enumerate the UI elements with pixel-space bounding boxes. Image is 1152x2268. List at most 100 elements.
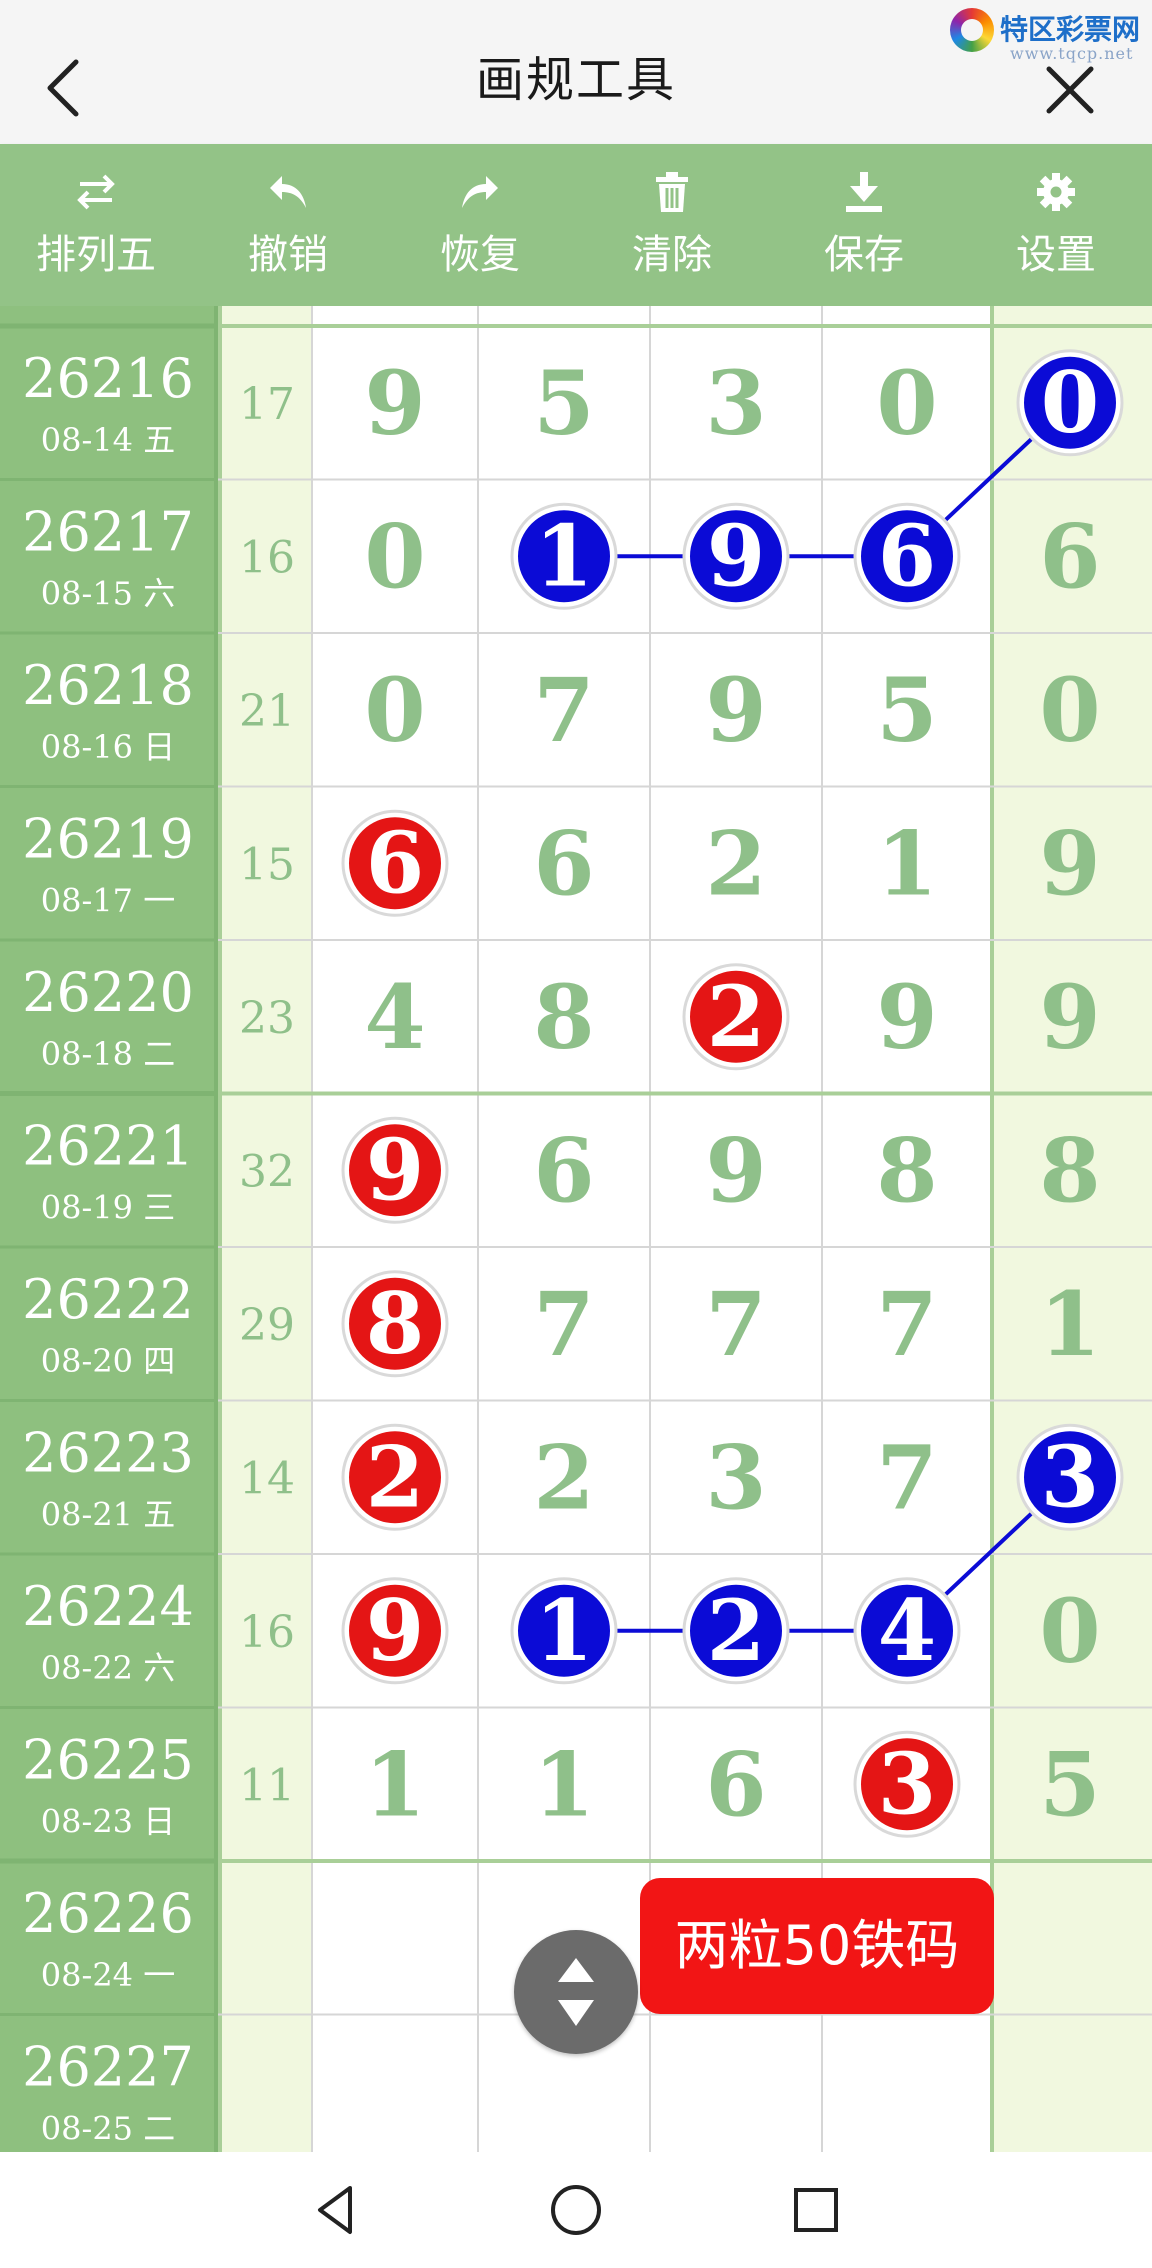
nav-home-button[interactable] [546, 2180, 606, 2240]
sum-value: 11 [239, 1760, 295, 1811]
digit-cell[interactable]: 0 [364, 658, 425, 762]
digit-cell[interactable]: 9 [1039, 965, 1100, 1069]
tool-label: 排列五 [36, 232, 156, 278]
digit-cell[interactable]: 7 [876, 1425, 937, 1529]
issue-date: 08-14 五 [41, 421, 175, 459]
marked-ball[interactable]: 9 [682, 502, 790, 610]
marked-ball[interactable]: 8 [341, 1270, 449, 1378]
issue-number: 26220 [22, 961, 194, 1024]
toolbar: 排列五 撤销 恢复 清除 保存 设置 [0, 144, 1152, 306]
digit-cell[interactable]: 7 [533, 1272, 594, 1376]
sum-value: 17 [239, 379, 295, 430]
issue-date: 08-25 二 [41, 2109, 175, 2147]
marked-ball[interactable]: 6 [341, 809, 449, 917]
issue-number: 26225 [22, 1728, 194, 1791]
marked-ball[interactable]: 0 [1016, 349, 1124, 457]
ball-digit: 4 [878, 1581, 936, 1680]
digit-cell[interactable]: 7 [705, 1272, 766, 1376]
undo-button[interactable]: 撤销 [192, 144, 384, 306]
ball-digit: 9 [366, 1581, 424, 1680]
ball-digit: 1 [535, 1581, 593, 1680]
issue-number: 26219 [22, 807, 194, 870]
digit-cell[interactable]: 5 [876, 658, 937, 762]
digit-cell[interactable]: 8 [533, 965, 594, 1069]
tool-mode-button[interactable]: 排列五 [0, 144, 192, 306]
ball-digit: 1 [535, 506, 593, 605]
ball-digit: 3 [878, 1734, 936, 1833]
nav-back-button[interactable] [306, 2180, 366, 2240]
digit-cell[interactable]: 6 [705, 1732, 766, 1836]
redo-icon [462, 176, 498, 208]
tool-label: 保存 [824, 232, 904, 278]
digit-cell[interactable]: 0 [1039, 658, 1100, 762]
system-nav-bar [0, 2152, 1152, 2268]
digit-cell[interactable]: 6 [533, 811, 594, 915]
digit-cell[interactable]: 1 [1039, 1272, 1100, 1376]
scroll-fab-button[interactable] [514, 1930, 638, 2054]
issue-date: 08-19 三 [41, 1188, 175, 1226]
back-triangle-icon [318, 2186, 352, 2234]
digit-cell[interactable]: 5 [1039, 1732, 1100, 1836]
scroll-up-down-icon [558, 1958, 594, 2026]
grid-canvas[interactable]: 2621608-14 五17 9 5 3 0 02621708-15 六16 0 1 9 6 626… [0, 306, 1152, 2152]
digit-cell[interactable]: 3 [705, 351, 766, 455]
digit-cell[interactable]: 5 [533, 351, 594, 455]
marked-ball[interactable]: 3 [853, 1730, 961, 1838]
sum-value: 15 [239, 839, 295, 890]
digit-cell[interactable]: 0 [876, 351, 937, 455]
digit-cell[interactable]: 2 [705, 811, 766, 915]
marked-ball[interactable]: 1 [510, 1577, 618, 1685]
digit-cell[interactable]: 0 [364, 504, 425, 608]
clear-button[interactable]: 清除 [576, 144, 768, 306]
ball-digit: 2 [707, 1581, 765, 1680]
digit-cell[interactable]: 6 [533, 1118, 594, 1222]
digit-cell[interactable]: 9 [705, 658, 766, 762]
settings-button[interactable]: 设置 [960, 144, 1152, 306]
digit-cell[interactable]: 6 [1039, 504, 1100, 608]
redo-button[interactable]: 恢复 [384, 144, 576, 306]
lottery-grid[interactable]: 26216 08-14 五 17 9 5 3 0 0 26217 08-15 六 16 0 1 9 6 6 26… [0, 306, 1152, 2152]
home-circle-icon [551, 2185, 601, 2235]
digit-cell[interactable]: 9 [876, 965, 937, 1069]
digit-cell[interactable]: 9 [1039, 811, 1100, 915]
marked-ball[interactable]: 4 [853, 1577, 961, 1685]
issue-date: 08-15 六 [41, 574, 175, 612]
marked-ball[interactable]: 9 [341, 1577, 449, 1685]
digit-cell[interactable]: 1 [876, 811, 937, 915]
swap-arrows-icon [77, 174, 115, 210]
tool-label: 清除 [632, 232, 712, 278]
ball-digit: 3 [1041, 1427, 1099, 1526]
digit-cell[interactable]: 8 [1039, 1118, 1100, 1222]
marked-ball[interactable]: 3 [1016, 1423, 1124, 1531]
ball-digit: 2 [707, 967, 765, 1066]
marked-ball[interactable]: 6 [853, 502, 961, 610]
digit-cell[interactable]: 7 [876, 1272, 937, 1376]
marked-ball[interactable]: 1 [510, 502, 618, 610]
marked-ball[interactable]: 2 [341, 1423, 449, 1531]
sum-value: 14 [239, 1453, 295, 1504]
digit-cell[interactable]: 4 [364, 965, 425, 1069]
digit-cell[interactable]: 9 [364, 351, 425, 455]
ball-digit: 9 [707, 506, 765, 605]
marked-ball[interactable]: 2 [682, 1577, 790, 1685]
save-button[interactable]: 保存 [768, 144, 960, 306]
digit-cell[interactable]: 0 [1039, 1579, 1100, 1683]
nav-recents-button[interactable] [786, 2180, 846, 2240]
marked-ball[interactable]: 9 [341, 1116, 449, 1224]
marked-ball[interactable]: 2 [682, 963, 790, 1071]
tool-label: 恢复 [440, 232, 520, 278]
issue-number: 26223 [22, 1421, 194, 1484]
digit-cell[interactable]: 2 [533, 1425, 594, 1529]
tool-label: 设置 [1016, 232, 1096, 278]
digit-cell[interactable]: 8 [876, 1118, 937, 1222]
digit-cell[interactable]: 1 [533, 1732, 594, 1836]
digit-cell[interactable]: 7 [533, 658, 594, 762]
ball-digit: 6 [366, 813, 424, 912]
close-button[interactable] [1035, 55, 1105, 125]
digit-cell[interactable]: 3 [705, 1425, 766, 1529]
sum-value: 23 [239, 993, 295, 1044]
issue-date: 08-22 六 [41, 1649, 175, 1687]
digit-cell[interactable]: 1 [364, 1732, 425, 1836]
digit-cell[interactable]: 9 [705, 1118, 766, 1222]
brand-name: 特区彩票网 [1000, 13, 1141, 46]
